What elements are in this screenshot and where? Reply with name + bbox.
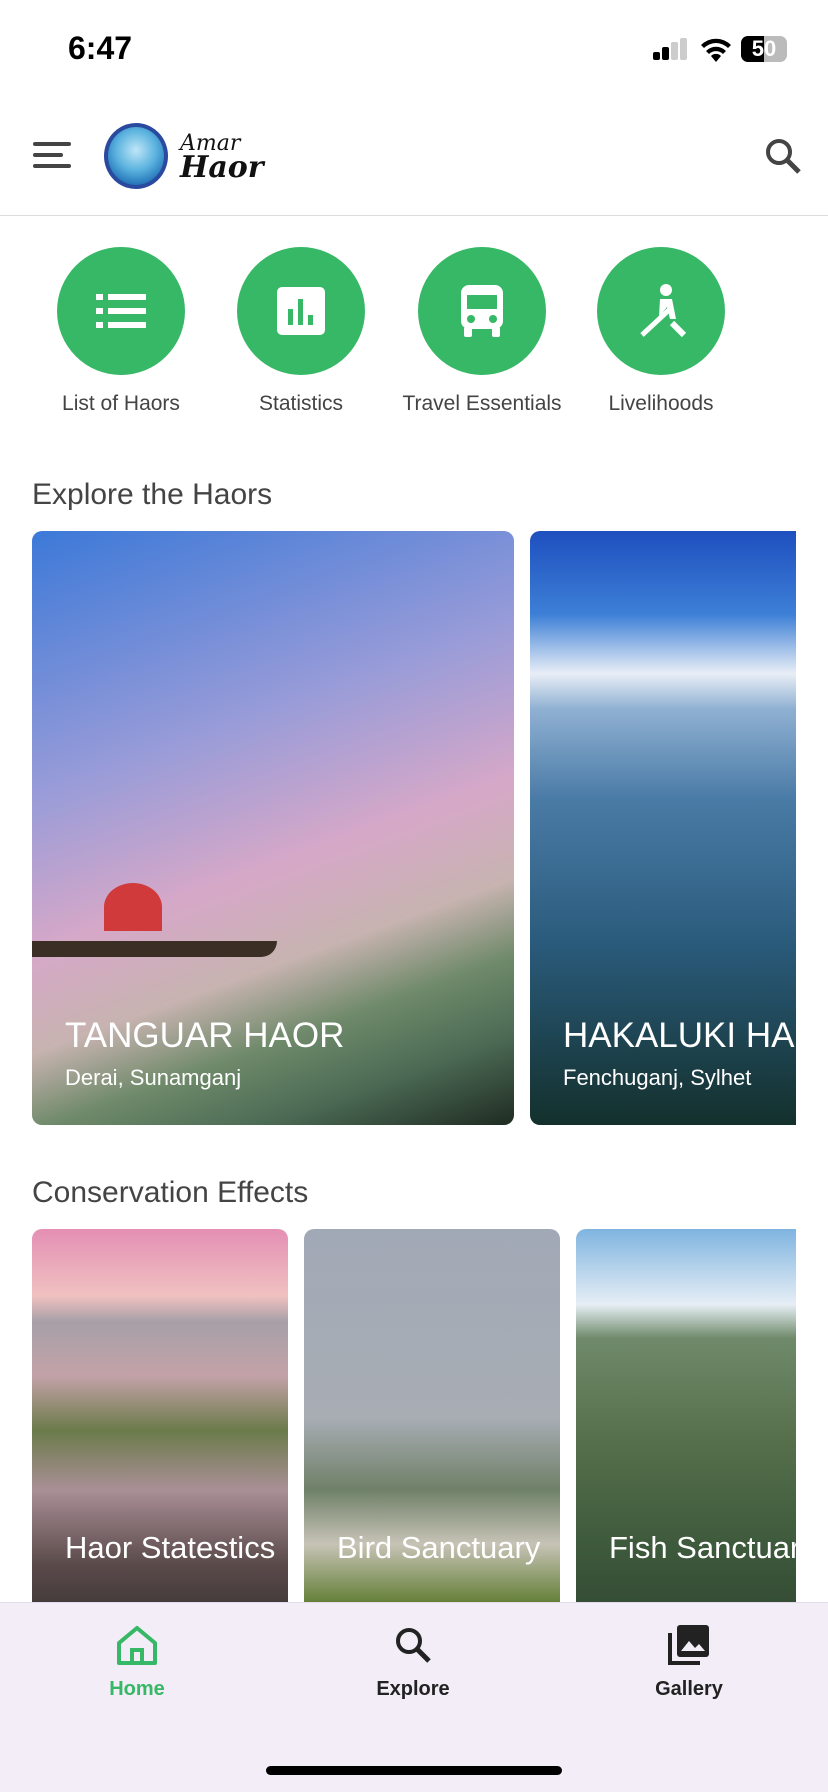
explore-section-title: Explore the Haors xyxy=(32,478,273,511)
bottom-nav: Home Explore Gallery xyxy=(0,1602,828,1792)
conservation-card-haor-statistics[interactable]: Haor Statestics xyxy=(32,1229,288,1602)
conservation-card-bird-sanctuary[interactable]: Bird Sanctuary xyxy=(304,1229,560,1602)
rowing-icon xyxy=(640,284,686,338)
list-of-haors-label[interactable]: List of Haors xyxy=(21,392,221,416)
boat xyxy=(32,941,277,957)
livelihoods-label[interactable]: Livelihoods xyxy=(561,392,761,416)
statistics-label[interactable]: Statistics xyxy=(201,392,401,416)
card-title: HAKALUKI HAOR xyxy=(563,1016,796,1055)
nav-home-label: Home xyxy=(109,1678,165,1700)
search-icon xyxy=(396,1628,431,1663)
card-title: TANGUAR HAOR xyxy=(65,1016,345,1055)
conservation-card-fish-sanctuary[interactable]: Fish Sanctuary xyxy=(576,1229,796,1602)
card-title: Fish Sanctuary xyxy=(609,1530,796,1565)
haor-card-hakaluki[interactable]: HAKALUKI HAOR Fenchuganj, Sylhet xyxy=(530,531,796,1125)
gallery-icon xyxy=(668,1625,709,1665)
travel-essentials-label[interactable]: Travel Essentials xyxy=(382,392,582,416)
livelihoods-button[interactable] xyxy=(597,247,725,375)
nav-home[interactable]: Home xyxy=(47,1623,227,1701)
list-icon xyxy=(96,294,146,328)
home-indicator xyxy=(266,1766,562,1775)
nav-gallery-label: Gallery xyxy=(655,1678,723,1700)
card-title: Haor Statestics xyxy=(65,1530,276,1565)
travel-essentials-button[interactable] xyxy=(418,247,546,375)
home-icon xyxy=(117,1626,157,1665)
nav-explore-label: Explore xyxy=(376,1678,450,1700)
umbrella-figure xyxy=(104,883,162,931)
card-subtitle: Derai, Sunamganj xyxy=(65,1065,242,1090)
card-subtitle: Fenchuganj, Sylhet xyxy=(563,1065,752,1090)
nav-explore[interactable]: Explore xyxy=(323,1623,503,1701)
card-title: Bird Sanctuary xyxy=(337,1530,541,1565)
conservation-section-title: Conservation Effects xyxy=(32,1176,309,1209)
bar-chart-icon xyxy=(277,287,325,335)
statistics-button[interactable] xyxy=(237,247,365,375)
bus-icon xyxy=(461,285,503,337)
nav-gallery[interactable]: Gallery xyxy=(599,1623,779,1701)
haor-card-tanguar[interactable]: TANGUAR HAOR Derai, Sunamganj xyxy=(32,531,514,1125)
list-of-haors-button[interactable] xyxy=(57,247,185,375)
